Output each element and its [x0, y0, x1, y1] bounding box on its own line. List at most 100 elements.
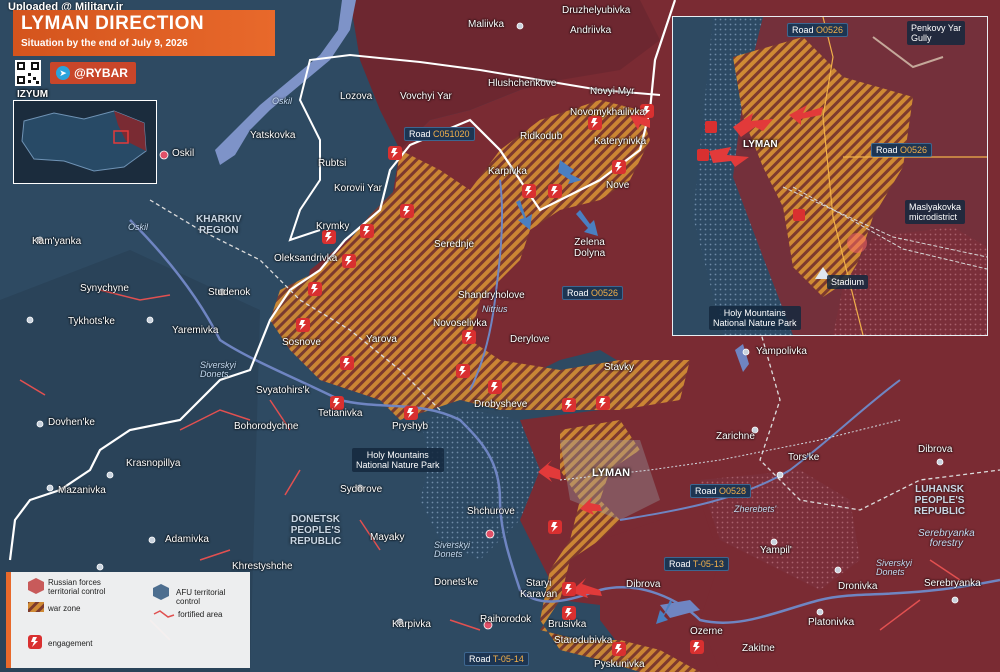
legend-russian: Russian forces territorial control	[48, 578, 106, 596]
river-nitrius: Nitrius	[482, 304, 508, 314]
road-code: O0526	[591, 288, 619, 298]
label-drobysheve: Drobysheve	[474, 399, 528, 410]
legend-engagement: engagement	[48, 639, 93, 648]
brand-badge[interactable]: ➤ @RYBAR	[50, 62, 136, 84]
engagement-icon	[562, 582, 576, 596]
road-badge-o0528: Road O0528	[690, 484, 752, 498]
label-lyman: LYMAN	[592, 467, 631, 479]
legend-swatches	[6, 572, 175, 668]
river-siverskyi-donets-1: Siverskyi Donets	[200, 360, 237, 379]
engagement-icon	[612, 642, 626, 656]
road-code: T-05-13	[692, 559, 724, 569]
label-serebryanka-forestry: Serebryanka forestry	[918, 528, 975, 549]
inset-label-maslyakovka: Maslyakovka microdistrict	[905, 200, 966, 224]
label-zakitne: Zakitne	[742, 643, 775, 654]
overview-inset-graphic	[21, 110, 147, 172]
engagement-icon	[308, 282, 322, 296]
label-lozova: Lozova	[340, 91, 373, 102]
road-prefix: Road	[792, 25, 814, 35]
map-legend: Russian forces territorial control AFU t…	[6, 572, 250, 668]
overview-label-izyum: IZYUM	[17, 89, 49, 100]
lyman-detail-inset: Road O0526 Road O0526 Penkovy Yar Gully …	[672, 16, 988, 336]
legend-fortified: fortified area	[178, 610, 223, 619]
label-korovii-yar: Korovii Yar	[334, 183, 382, 194]
inset-label-penkovy-yar: Penkovy Yar Gully	[907, 21, 966, 45]
page-title: LYMAN DIRECTION	[21, 13, 205, 34]
road-badge-c051020: Road C051020	[404, 127, 475, 141]
engagement-icon	[360, 224, 374, 238]
engagement-icon	[404, 406, 418, 420]
inset-road-badge-top: Road O0526	[787, 23, 849, 37]
label-dibrova-south: Dibrova	[626, 579, 661, 590]
label-synychyne: Synychyne	[80, 283, 129, 294]
label-karpivka: Karpivka	[488, 166, 527, 177]
road-prefix: Road	[669, 559, 691, 569]
label-adamivka: Adamivka	[165, 534, 209, 545]
road-prefix: Road	[567, 288, 589, 298]
road-code: C051020	[433, 129, 470, 139]
label-tetianivka: Tetianivka	[318, 408, 363, 419]
engagement-icon	[456, 364, 470, 378]
inset-label-lyman: LYMAN	[743, 139, 778, 150]
label-hlushchenkove: Hlushchenkove	[488, 78, 557, 89]
road-prefix: Road	[695, 486, 717, 496]
label-ridkodub: Ridkodub	[520, 131, 563, 142]
label-oskil-town: Oskil	[172, 148, 195, 159]
label-staryi-karavan: Staryi Karavan	[520, 578, 558, 600]
label-mayaky: Mayaky	[370, 532, 405, 543]
label-druzhelyubivka: Druzhelyubivka	[562, 5, 631, 16]
label-derylove: Derylove	[510, 334, 550, 345]
label-raihorodok: Raihorodok	[480, 614, 532, 625]
river-siverskyi-donets-3: Siverskyi Donets	[876, 558, 913, 577]
river-zherebets: Zherebets'	[734, 504, 777, 514]
label-sydorove: Sydorove	[340, 484, 383, 495]
label-holy-mountains: Holy Mountains National Nature Park	[352, 448, 444, 472]
region-luhansk: LUHANSK PEOPLE'S REPUBLIC	[914, 484, 966, 517]
label-dovhenke: Dovhen'ke	[48, 417, 95, 428]
road-badge-t0513: Road T-05-13	[664, 557, 729, 571]
label-zelena-dolyna: Zelena Dolyna	[574, 237, 606, 259]
label-yampolivka: Yampolivka	[756, 346, 807, 357]
label-krasnopillya: Krasnopillya	[126, 458, 181, 469]
label-mazanivka: Mazanivka	[58, 485, 106, 496]
inset-label-stadium: Stadium	[827, 275, 869, 289]
label-bohorodychne: Bohorodychne	[234, 421, 299, 432]
label-pryshyb: Pryshyb	[392, 421, 429, 432]
label-kamyanka: Kam'yanka	[32, 236, 82, 247]
label-starodubivka: Starodubivka	[554, 635, 613, 646]
label-zarichne: Zarichne	[716, 431, 755, 442]
engagement-icon	[596, 396, 610, 410]
engagement-icon	[488, 380, 502, 394]
engagement-icon	[548, 184, 562, 198]
label-shchurove: Shchurove	[467, 506, 515, 517]
engagement-icon	[548, 520, 562, 534]
engagement-icon	[612, 160, 626, 174]
engagement-icon	[342, 254, 356, 268]
legend-war-zone: war zone	[48, 604, 81, 613]
engagement-icon	[322, 230, 336, 244]
label-dibrova-east: Dibrova	[918, 444, 953, 455]
road-badge-o0526: Road O0526	[562, 286, 624, 300]
river-oskil-west: Oskil	[128, 222, 148, 232]
inset-label-holy-mountains: Holy Mountains National Nature Park	[709, 306, 801, 330]
legend-afu: AFU territorial control	[176, 588, 226, 606]
qr-code-graphic	[17, 62, 39, 84]
engagement-icon	[690, 640, 704, 654]
label-serebryanka: Serebryanka	[924, 578, 981, 589]
label-dronivka: Dronivka	[838, 581, 878, 592]
region-donetsk: DONETSK PEOPLE'S REPUBLIC	[290, 514, 342, 547]
road-code: T-05-14	[492, 654, 524, 664]
road-code: O0526	[816, 25, 844, 35]
label-oleksandrivka: Oleksandrivka	[274, 253, 338, 264]
engagement-icon	[340, 356, 354, 370]
label-oskil-river-top: Oskil	[272, 96, 292, 106]
engagement-icon	[462, 330, 476, 344]
overview-inset-map	[13, 100, 157, 184]
engagement-icon	[562, 398, 576, 412]
label-studenok: Studenok	[208, 287, 251, 298]
engagement-icon	[296, 318, 310, 332]
label-khrestyshche: Khrestyshche	[232, 561, 293, 572]
label-katerynivka: Katerynivka	[594, 136, 647, 147]
label-torske: Tors'ke	[788, 452, 820, 463]
label-platonivka: Platonivka	[808, 617, 855, 628]
